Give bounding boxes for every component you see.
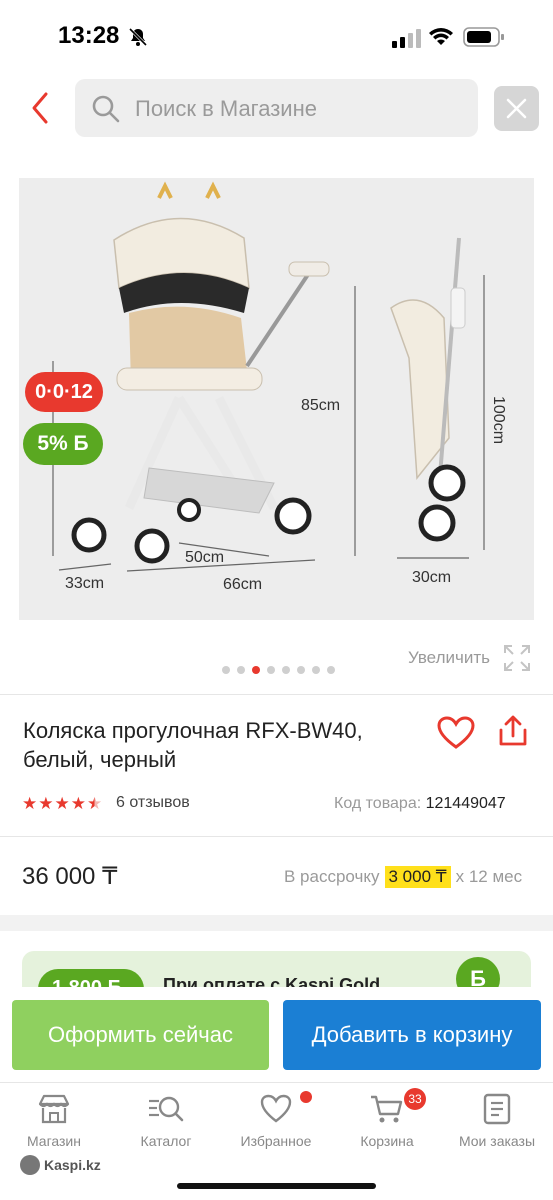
section-separator <box>0 915 553 931</box>
product-page: 13:28 Поиск в Магазине 85cm 100cm 50cm 3… <box>0 0 553 1200</box>
cart-icon <box>371 1095 403 1123</box>
battery-icon <box>463 27 504 47</box>
catalog-search-icon <box>149 1096 184 1122</box>
tab-favorites[interactable]: Избранное <box>226 1093 326 1149</box>
carousel-dots <box>222 666 335 674</box>
bell-off-icon <box>128 27 148 47</box>
favorite-button[interactable] <box>437 716 475 750</box>
tab-catalog[interactable]: Каталог <box>116 1093 216 1149</box>
sku-value: 121449047 <box>425 795 506 812</box>
tab-my-orders[interactable]: Мои заказы <box>447 1093 547 1149</box>
dimension-depth: 33cm <box>65 575 105 592</box>
star-half-icon: ★ <box>87 794 103 813</box>
rating-stars: ★ ★ ★ ★ ★ <box>22 794 102 814</box>
dimension-width-folded: 30cm <box>412 569 452 586</box>
search-placeholder: Поиск в Магазине <box>135 96 317 121</box>
carousel-dot[interactable] <box>267 666 275 674</box>
installment-info[interactable]: В рассрочку 3 000 ₸ x 12 мес <box>284 866 522 888</box>
carousel-dot[interactable] <box>252 666 260 674</box>
star-full-icon: ★ <box>54 794 70 813</box>
close-search-button[interactable] <box>494 86 539 131</box>
back-button[interactable] <box>26 88 56 128</box>
tab-store[interactable]: Магазин <box>4 1093 104 1149</box>
installment-suffix: x 12 мес <box>455 867 523 886</box>
price: 36 000 ₸ <box>22 863 118 890</box>
carousel-dot[interactable] <box>297 666 305 674</box>
orders-icon <box>483 1093 511 1125</box>
zoom-label[interactable]: Увеличить <box>408 648 490 668</box>
action-bar: Оформить сейчас Добавить в корзину <box>0 987 553 1082</box>
kaspi-brand: Kaspi.kz <box>44 1157 101 1173</box>
dimension-wheels: 50cm <box>185 549 225 566</box>
signal-icon <box>392 29 421 48</box>
search-input[interactable]: Поиск в Магазине <box>75 79 478 137</box>
tab-label: Каталог <box>140 1133 192 1149</box>
expand-icon[interactable] <box>503 644 531 672</box>
carousel-dot[interactable] <box>237 666 245 674</box>
heart-icon <box>260 1094 292 1123</box>
installment-amount: 3 000 ₸ <box>384 866 451 888</box>
sku: Код товара: 121449047 <box>334 795 506 813</box>
dimension-height-open: 85cm <box>301 397 341 414</box>
carousel-dot[interactable] <box>327 666 335 674</box>
sku-label: Код товара: <box>334 795 422 812</box>
carousel-dot[interactable] <box>222 666 230 674</box>
kaspi-logo-icon <box>20 1155 40 1175</box>
favorites-notification-dot <box>300 1091 312 1103</box>
reviews-link[interactable]: 6 отзывов <box>116 794 190 812</box>
close-icon <box>506 98 527 119</box>
dimension-height-folded: 100cm <box>490 396 507 445</box>
star-full-icon: ★ <box>70 794 86 813</box>
divider <box>0 836 553 837</box>
star-full-icon: ★ <box>38 794 54 813</box>
bonus-badge: 5% Б <box>23 423 103 465</box>
checkout-now-button[interactable]: Оформить сейчас <box>12 1000 269 1070</box>
tab-label: Корзина <box>360 1133 414 1149</box>
carousel-dot[interactable] <box>282 666 290 674</box>
installment-prefix: В рассрочку <box>284 867 380 886</box>
tab-label: Магазин <box>26 1133 81 1149</box>
status-time: 13:28 <box>58 22 120 49</box>
divider <box>0 694 553 695</box>
cart-count-badge: 33 <box>404 1088 426 1110</box>
kaspi-logo: Kaspi.kz <box>20 1155 101 1175</box>
status-bar: 13:28 <box>0 0 553 75</box>
search-icon <box>92 95 120 123</box>
tab-label: Мои заказы <box>458 1133 536 1149</box>
share-button[interactable] <box>498 714 528 748</box>
tab-label: Избранное <box>240 1133 312 1149</box>
product-title: Коляска прогулочная RFX-BW40, белый, чер… <box>23 718 363 772</box>
wifi-icon <box>429 28 453 45</box>
dimension-length: 66cm <box>223 576 263 593</box>
add-to-cart-button[interactable]: Добавить в корзину <box>283 1000 541 1070</box>
home-indicator <box>177 1183 376 1189</box>
installment-badge: 0·0·12 <box>25 372 103 412</box>
carousel-dot[interactable] <box>312 666 320 674</box>
store-icon <box>38 1094 70 1124</box>
star-full-icon: ★ <box>22 794 38 813</box>
